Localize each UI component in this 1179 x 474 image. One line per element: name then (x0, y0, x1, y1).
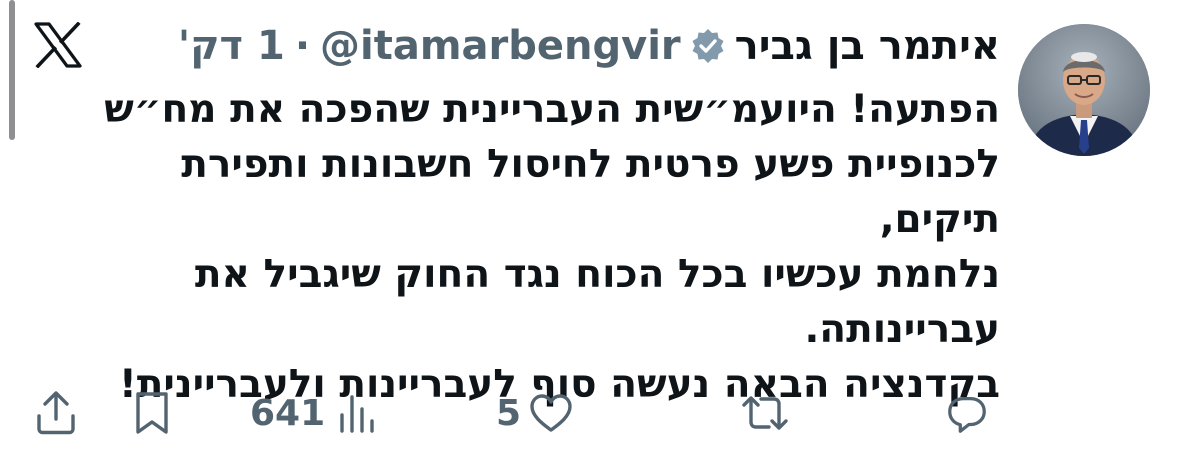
like-count: 5 (496, 392, 522, 434)
user-handle[interactable]: @itamarbengvir (320, 16, 681, 76)
separator-dot: · (294, 23, 311, 69)
views-button[interactable]: 641 (250, 388, 377, 438)
reply-button[interactable] (944, 388, 990, 438)
post-header: איתמר בן גביר @itamarbengvir · 1 דק' (178, 16, 1000, 76)
post-actions: 5 641 (0, 388, 1179, 438)
views-count: 641 (250, 392, 326, 434)
post-text: הפתעה! היועמ״שית העבריינית שהפכה את מח״ש… (104, 87, 1000, 407)
share-button[interactable] (34, 388, 78, 438)
display-name[interactable]: איתמר בן גביר (735, 16, 1000, 76)
heart-icon (527, 389, 575, 437)
repost-icon (738, 389, 792, 437)
share-icon (34, 389, 78, 437)
x-logo-icon[interactable] (34, 21, 82, 69)
reply-icon (944, 390, 990, 436)
repost-button[interactable] (738, 388, 792, 438)
views-chart-icon (337, 391, 377, 435)
post-timestamp[interactable]: 1 דק' (178, 16, 285, 76)
avatar[interactable] (1018, 24, 1150, 156)
verified-badge-icon (691, 29, 725, 63)
bookmark-icon (132, 389, 172, 437)
like-button[interactable]: 5 (496, 388, 575, 438)
bookmark-button[interactable] (132, 388, 172, 438)
scroll-indicator[interactable] (9, 0, 15, 140)
